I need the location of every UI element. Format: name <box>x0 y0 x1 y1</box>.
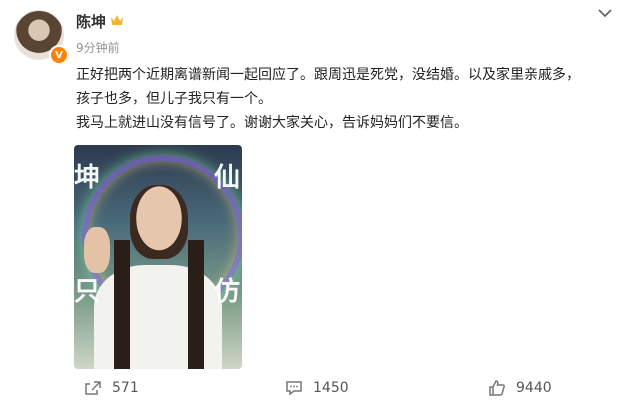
chevron-down-icon[interactable] <box>596 6 614 20</box>
comment-icon <box>286 381 302 396</box>
image-text: 仙 <box>214 163 241 193</box>
figure-hand <box>84 227 110 273</box>
like-count: 9440 <box>516 380 552 396</box>
post-text: 正好把两个近期离谱新闻一起回应了。跟周迅是死党，没结婚。以及家里亲戚多， 孩子也… <box>76 63 616 135</box>
comment-count: 1450 <box>313 380 349 396</box>
post-line: 孩子也多，但儿子我只有一个。 <box>76 91 272 107</box>
repost-button[interactable]: 571 <box>84 380 139 396</box>
comment-button[interactable]: 1450 <box>285 380 349 396</box>
thumbs-up-icon <box>489 380 505 396</box>
image-text: 仿 <box>214 277 241 307</box>
figure-hair <box>114 240 204 369</box>
post-line: 正好把两个近期离谱新闻一起回应了。跟周迅是死党，没结婚。以及家里亲戚多， <box>76 67 580 83</box>
author-name[interactable]: 陈坤 <box>76 11 106 32</box>
post-line: 我马上就进山没有信号了。谢谢大家关心，告诉妈妈们不要信。 <box>76 115 468 131</box>
crown-icon <box>111 15 123 25</box>
post-image[interactable]: 坤 仙 只 仿 <box>74 145 242 369</box>
verified-badge-icon: V <box>49 45 69 65</box>
repost-icon <box>85 381 101 395</box>
post-time[interactable]: 9分钟前 <box>76 39 120 56</box>
like-button[interactable]: 9440 <box>488 380 552 396</box>
image-text: 坤 <box>74 163 101 193</box>
figure-head <box>130 185 188 259</box>
repost-count: 571 <box>112 380 139 396</box>
image-text: 只 <box>74 277 101 307</box>
